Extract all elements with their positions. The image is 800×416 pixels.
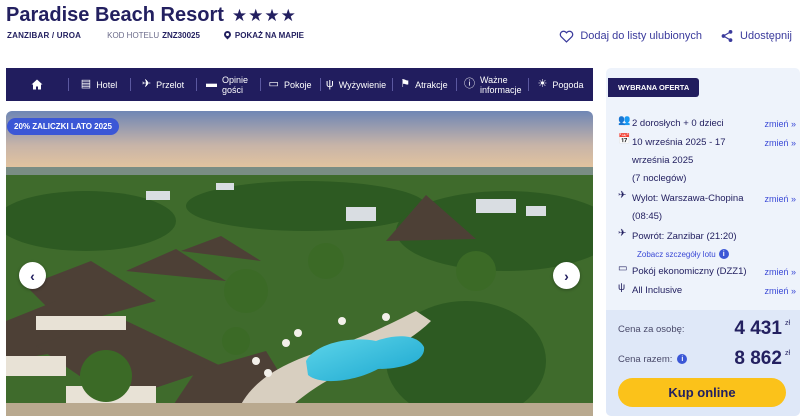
heart-icon — [560, 30, 574, 43]
price-per-person: 4 431 zł — [734, 318, 790, 339]
change-board-link[interactable]: zmień » — [764, 282, 796, 300]
hotel-stars: ★★★★ — [231, 5, 297, 25]
show-map-label: POKAŻ NA MAPIE — [234, 31, 304, 40]
nav-weather-label: Pogoda — [552, 79, 584, 90]
signpost-icon: ⚑ — [400, 78, 411, 90]
offer-departure-row: ✈ Wylot: Warszawa-Chopina (08:45) zmień … — [618, 190, 796, 226]
price-total-label-group: Cena razem: i — [618, 353, 688, 365]
nav-important-info[interactable]: ⓘ Ważne informacje — [456, 68, 528, 101]
add-to-favorites-label: Dodaj do listy ulubionych — [580, 30, 703, 42]
nav-reviews-label: Opinie gości — [222, 74, 249, 95]
return-plane-icon: ✈ — [618, 228, 627, 239]
change-room-link[interactable]: zmień » — [764, 263, 796, 281]
nav-important-info-label: Ważne informacje — [480, 74, 522, 95]
nav-attractions-label: Atrakcje — [415, 79, 448, 90]
hotel-header: Paradise Beach Resort ★★★★ ZANZIBAR / UR… — [0, 0, 800, 62]
gallery-next-button[interactable]: › — [553, 262, 580, 289]
share-button[interactable]: Udostępnij — [720, 29, 792, 43]
chevron-left-icon: ‹ — [30, 267, 35, 284]
nav-board-label: Wyżywienie — [338, 79, 387, 90]
nav-rooms-label: Pokoje — [283, 79, 312, 90]
promo-badge: 20% ZALICZKI LATO 2025 — [7, 118, 119, 135]
offer-dates: 10 września 2025 - 17 września 2025 — [632, 137, 726, 166]
offer-board-row: ψ All Inclusive zmień » — [618, 282, 796, 300]
home-icon — [31, 79, 43, 90]
offer-departure: Wylot: Warszawa-Chopina (08:45) — [632, 193, 744, 222]
offer-guests: 2 dorosłych + 0 dzieci — [632, 118, 724, 129]
offer-return: Powrót: Zanzibar (21:20) — [632, 231, 737, 242]
chevron-right-icon: › — [564, 267, 569, 284]
departure-plane-icon: ✈ — [618, 190, 627, 201]
offer-return-row: ✈ Powrót: Zanzibar (21:20) — [618, 228, 796, 246]
hotel-code-label: KOD HOTELU — [107, 31, 160, 40]
flight-details-link[interactable]: Zobacz szczegóły lotu i — [637, 249, 729, 259]
share-icon — [721, 30, 733, 42]
cutlery-icon: ψ — [325, 78, 334, 90]
price-per-person-label: Cena za osobę: — [618, 323, 685, 335]
price-total: 8 862 zł — [734, 348, 790, 369]
currency: zł — [784, 320, 790, 327]
hotel-navbar: ▤ Hotel ✈ Przelot ▬ Opinie gości ▭ Pokoj… — [6, 68, 593, 101]
price-info-icon[interactable]: i — [677, 354, 688, 364]
add-to-favorites-button[interactable]: Dodaj do listy ulubionych — [559, 29, 702, 43]
nav-flight-label: Przelot — [156, 79, 185, 90]
calendar-icon: 📅 — [618, 134, 631, 145]
info-icon: ⓘ — [464, 78, 475, 90]
cutlery-icon: ψ — [618, 282, 626, 293]
hotel-location: ZANZIBAR / UROA — [7, 31, 82, 40]
nav-home[interactable] — [6, 68, 68, 101]
offer-room-row: ▭ Pokój ekonomiczny (DZZ1) zmień » — [618, 263, 796, 281]
gallery-prev-button[interactable]: ‹ — [19, 262, 46, 289]
flight-details-label: Zobacz szczegóły lotu — [637, 249, 716, 259]
nav-reviews[interactable]: ▬ Opinie gości — [196, 68, 260, 101]
plane-icon: ✈ — [141, 78, 152, 90]
change-dates-link[interactable]: zmień » — [764, 134, 796, 170]
share-label: Udostępnij — [740, 30, 792, 42]
buy-online-button[interactable]: Kup online — [618, 378, 786, 407]
change-departure-link[interactable]: zmień » — [764, 190, 796, 226]
hotel-name: Paradise Beach Resort — [6, 4, 224, 26]
sun-icon: ☀ — [537, 78, 548, 90]
nav-flight[interactable]: ✈ Przelot — [130, 68, 196, 101]
currency: zł — [784, 350, 790, 357]
hotel-icon: ▤ — [80, 78, 92, 90]
price-total-label: Cena razem: — [618, 353, 673, 365]
hotel-code: ZNZ30025 — [162, 31, 200, 40]
offer-nights-row: (7 noclegów) — [618, 170, 796, 188]
chat-icon: ▬ — [206, 78, 217, 90]
nav-rooms[interactable]: ▭ Pokoje — [260, 68, 320, 101]
bed-icon: ▭ — [618, 263, 628, 274]
nav-hotel-label: Hotel — [96, 79, 118, 90]
offer-guests-row: 👥 2 dorosłych + 0 dzieci zmień » — [618, 115, 796, 133]
bed-icon: ▭ — [268, 78, 279, 90]
offer-dates-row: 📅 10 września 2025 - 17 września 2025 zm… — [618, 134, 796, 170]
nav-weather[interactable]: ☀ Pogoda — [528, 68, 593, 101]
map-pin-icon — [224, 31, 231, 40]
show-map-link[interactable]: POKAŻ NA MAPIE — [224, 31, 304, 40]
selected-offer-label: WYBRANA OFERTA — [608, 78, 700, 97]
nav-attractions[interactable]: ⚑ Atrakcje — [392, 68, 456, 101]
offer-room: Pokój ekonomiczny (DZZ1) — [632, 266, 747, 277]
info-icon: i — [718, 249, 729, 259]
nav-board[interactable]: ψ Wyżywienie — [320, 68, 392, 101]
nav-hotel[interactable]: ▤ Hotel — [68, 68, 130, 101]
hotel-photo — [6, 111, 593, 416]
offer-board: All Inclusive — [632, 285, 683, 296]
offer-nights: (7 noclegów) — [632, 173, 687, 184]
guests-icon: 👥 — [618, 115, 631, 126]
change-guests-link[interactable]: zmień » — [764, 115, 796, 133]
